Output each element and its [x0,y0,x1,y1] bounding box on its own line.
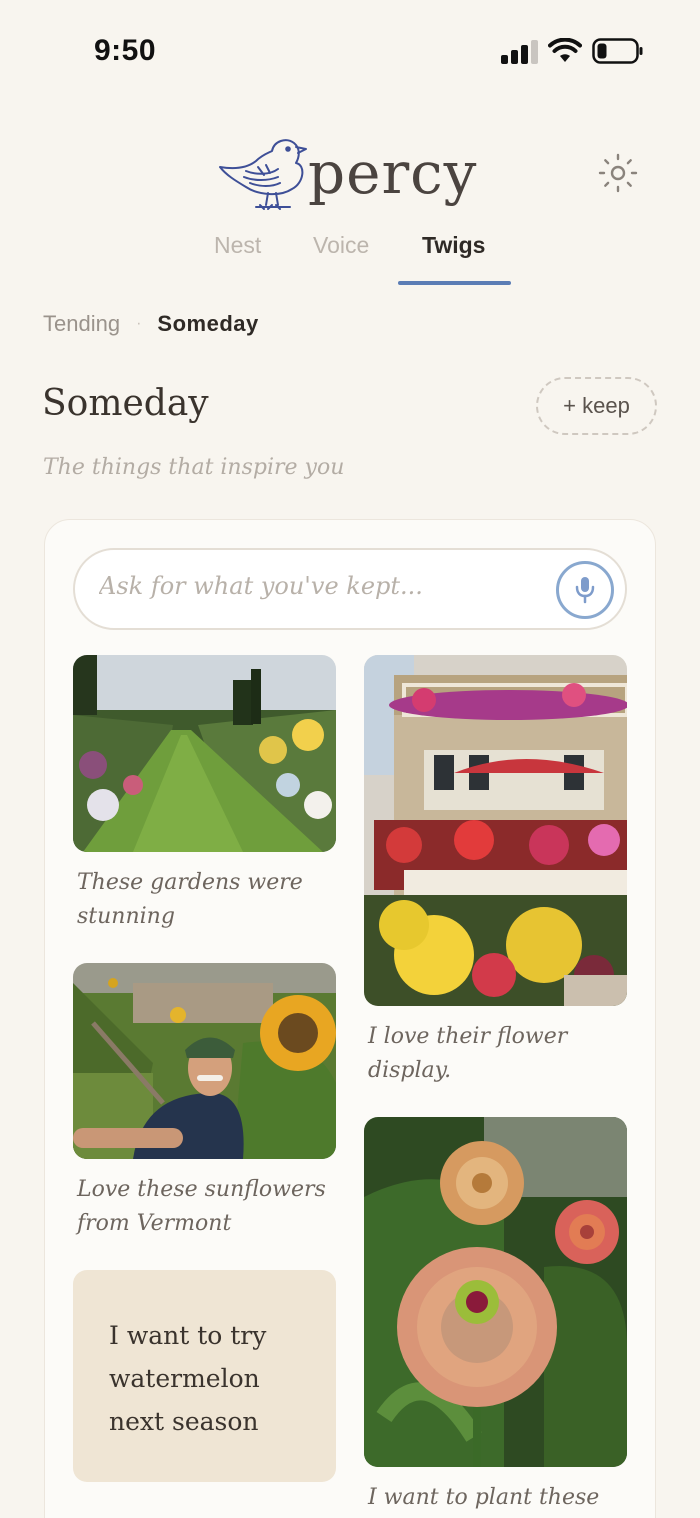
section-title: Someday [42,383,209,424]
status-bar: 9:50 [0,0,700,100]
photo-sunflower-selfie[interactable] [73,963,336,1159]
caption-zinnias: I want to plant these [368,1485,600,1510]
tab-nest[interactable]: Nest [214,232,261,259]
microphone-icon [575,577,595,604]
status-time: 9:50 [94,34,157,67]
subnav-someday[interactable]: Someday [157,311,258,337]
tab-voice[interactable]: Voice [313,232,369,259]
active-tab-indicator [398,281,511,285]
caption-sunflower-selfie: Love these sunflowers from Vermont [77,1177,326,1236]
caption-flower-balcony: I love their flower display. [368,1024,568,1083]
sub-navigation: Tending · Someday [43,311,259,337]
subnav-tending[interactable]: Tending [43,311,120,337]
wifi-icon [548,38,582,62]
app-logo: percy [216,128,486,218]
note-text: I want to try watermelon next season [109,1321,267,1436]
cellular-signal-icon [501,40,538,64]
search-input[interactable] [99,572,539,600]
keep-button[interactable]: + keep [536,377,657,435]
bird-icon [219,139,307,210]
caption-garden-path: These gardens were stunning [77,870,303,929]
tab-twigs[interactable]: Twigs [422,232,485,259]
search-bar [73,548,627,630]
section-tagline: The things that inspire you [43,455,345,480]
logo-wordmark: percy [308,139,478,207]
mic-button[interactable] [556,561,614,619]
photo-flower-balcony[interactable] [364,655,627,1006]
subnav-separator: · [136,315,142,332]
note-card[interactable]: I want to try watermelon next season [73,1270,336,1482]
sun-settings-icon[interactable] [598,153,638,193]
battery-low-icon [592,38,643,64]
photo-zinnias[interactable] [364,1117,627,1467]
photo-garden-path[interactable] [73,655,336,852]
main-tabs: Nest Voice Twigs [0,224,700,288]
